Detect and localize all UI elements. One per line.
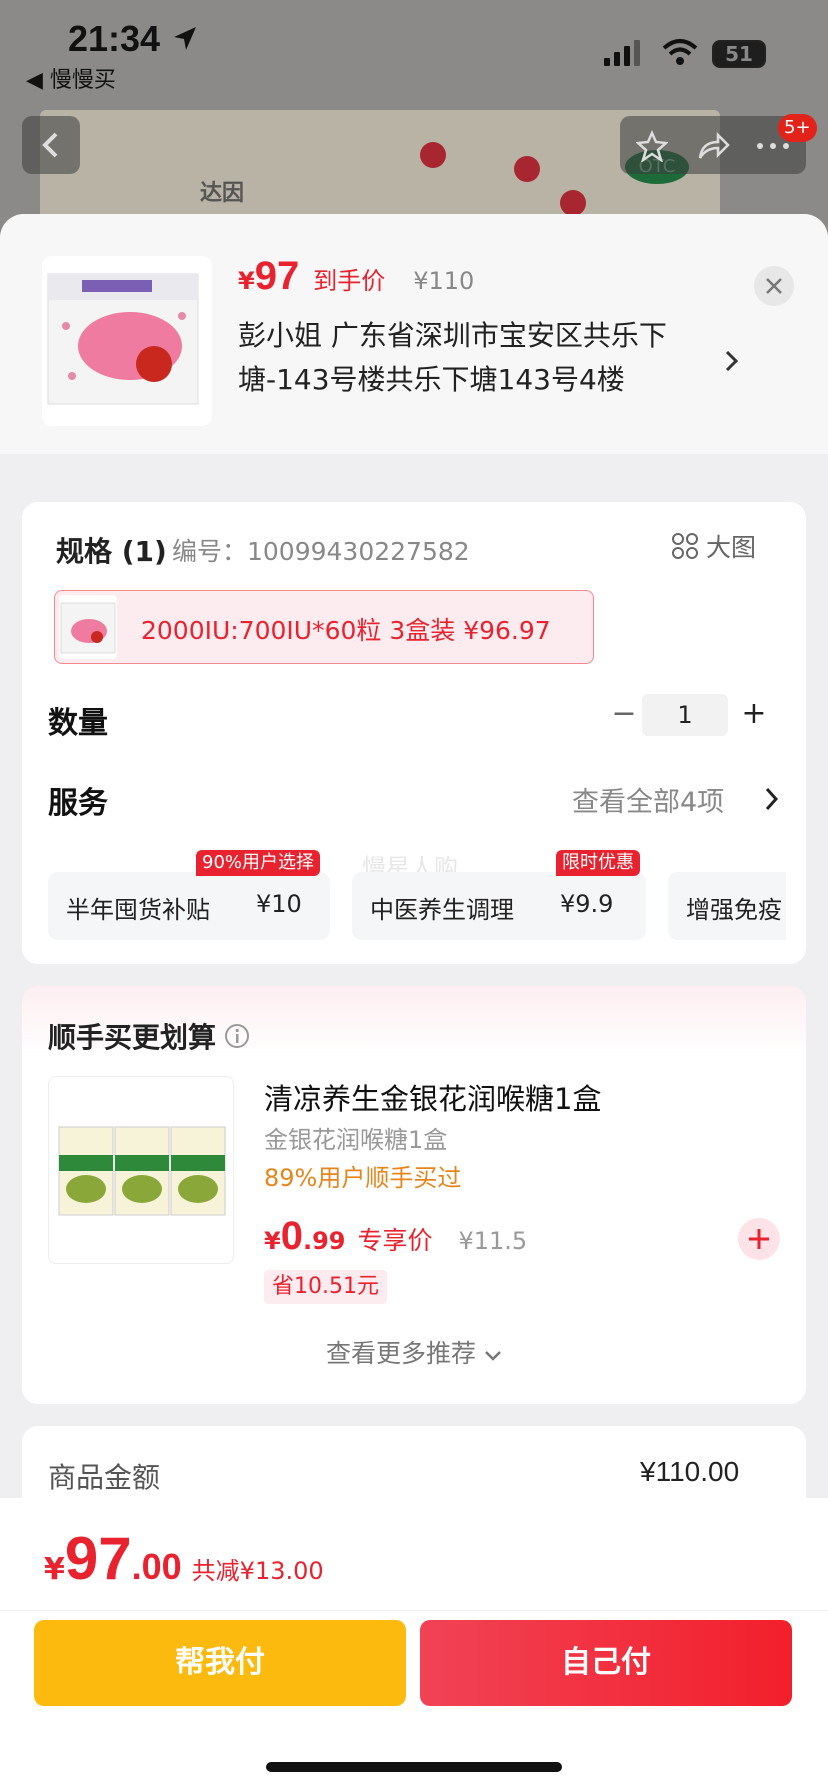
spec-code: 编号：10099430227582: [172, 537, 470, 566]
spec-option-label: 2000IU:700IU*60粒 3盒装 ¥96.97: [141, 616, 551, 645]
bundle-price-decimal: .99: [302, 1227, 346, 1255]
big-picture-button[interactable]: 大图: [672, 528, 756, 564]
home-indicator[interactable]: [266, 1762, 562, 1772]
price-symbol: ¥: [238, 267, 255, 295]
more-recommendations-label: 查看更多推荐: [326, 1339, 477, 1368]
chevron-left-icon: [42, 132, 58, 158]
back-to-app-link[interactable]: ◀ 慢慢买: [26, 62, 116, 94]
star-icon[interactable]: [636, 130, 668, 162]
price-row: ¥ 97 到手价 ¥110: [238, 254, 474, 299]
spec-title: 规格 (1): [56, 535, 167, 568]
location-arrow-icon: [174, 27, 196, 50]
info-icon[interactable]: [224, 1023, 250, 1049]
more-icon[interactable]: [756, 142, 790, 150]
service-label: 服务: [48, 786, 108, 821]
goods-amount-value: ¥110.00: [640, 1456, 740, 1487]
service-name: 半年囤货补贴: [66, 896, 210, 924]
spec-option-selected[interactable]: 2000IU:700IU*60粒 3盒装 ¥96.97: [54, 590, 594, 664]
close-button[interactable]: [754, 266, 794, 306]
bundle-price-integer: 0: [280, 1214, 303, 1258]
quantity-input[interactable]: 1: [642, 694, 728, 736]
shipping-address[interactable]: 彭小姐 广东省深圳市宝安区共乐下塘-143号楼共乐下塘143号4楼: [238, 314, 718, 402]
original-price: ¥110: [413, 267, 475, 295]
candy-box-image: [58, 1126, 226, 1216]
service-view-all-link[interactable]: 查看全部4项: [572, 780, 724, 819]
share-icon[interactable]: [696, 130, 730, 162]
chevron-down-icon: [485, 1351, 501, 1361]
big-picture-label: 大图: [706, 533, 757, 562]
service-tag: 限时优惠: [556, 850, 640, 876]
bundle-buy-rate: 89%用户顺手买过: [264, 1164, 462, 1192]
pay-myself-button[interactable]: 自己付: [420, 1620, 792, 1706]
battery-icon: 51: [712, 40, 766, 68]
background-brand: 达因: [200, 181, 245, 206]
final-price: 97: [254, 254, 300, 298]
wifi-icon: [662, 39, 698, 65]
background-dot: [514, 156, 540, 182]
status-bar: 21:34 ◀ 慢慢买 51: [0, 0, 828, 93]
service-options: 半年囤货补贴 ¥10 中医养生调理 ¥9.9 增强免疫: [48, 872, 786, 942]
nav-back-button[interactable]: [22, 116, 80, 174]
checkout-footer: ¥ 97 .00 共减¥13.00 帮我付 自己付: [0, 1498, 828, 1792]
quantity-label: 数量: [48, 706, 108, 741]
service-tag: 90%用户选择: [196, 850, 321, 876]
chevron-right-icon[interactable]: [764, 786, 780, 812]
bundle-price-row: ¥ 0 .99 专享价 ¥11.5: [264, 1214, 527, 1259]
bundle-add-button[interactable]: [738, 1218, 780, 1260]
product-thumbnail: [42, 256, 212, 426]
background-dot: [560, 190, 586, 216]
more-recommendations-link[interactable]: 查看更多推荐: [22, 1334, 806, 1370]
total-price: ¥ 97 .00 共减¥13.00: [44, 1524, 324, 1593]
close-icon: [766, 278, 782, 294]
chevron-right-icon[interactable]: [722, 346, 742, 376]
product-box-image: [47, 273, 199, 405]
sheet-header: ¥ 97 到手价 ¥110 彭小姐 广东省深圳市宝安区共乐下塘-143号楼共乐下…: [0, 214, 828, 454]
service-option[interactable]: 半年囤货补贴 ¥10: [48, 872, 330, 940]
cart-badge: 5+: [778, 114, 817, 142]
bundle-price-label: 专享价: [357, 1226, 433, 1255]
bundle-price-symbol: ¥: [264, 1227, 281, 1255]
status-time: 21:34: [68, 18, 161, 59]
plus-icon: [749, 1229, 769, 1249]
quantity-decrement-button[interactable]: −: [604, 694, 644, 734]
total-integer: 97: [64, 1525, 132, 1592]
bundle-card: 顺手买更划算 清凉养生金银花润喉糖1盒 金银花润喉糖1盒 89%用户顺手买过 ¥…: [22, 986, 806, 1404]
help-me-pay-button[interactable]: 帮我付: [34, 1620, 406, 1706]
service-option[interactable]: 增强免疫: [668, 872, 786, 940]
background-dot: [420, 142, 446, 168]
service-name: 增强免疫: [686, 896, 782, 924]
bundle-product-name[interactable]: 清凉养生金银花润喉糖1盒: [264, 1076, 601, 1118]
service-option[interactable]: 中医养生调理 ¥9.9: [352, 872, 646, 940]
bundle-title: 顺手买更划算: [48, 1016, 250, 1056]
bundle-save-badge: 省10.51元: [264, 1270, 387, 1304]
service-price: ¥9.9: [560, 890, 614, 918]
grid-icon: [672, 533, 698, 559]
service-price: ¥10: [256, 890, 302, 918]
cellular-signal-icon: [604, 40, 640, 66]
spec-option-thumbnail: [59, 595, 117, 659]
divider: [0, 1610, 828, 1611]
final-price-label: 到手价: [313, 267, 386, 295]
goods-amount-label: 商品金额: [48, 1461, 161, 1494]
total-reduction: 共减¥13.00: [191, 1557, 324, 1585]
bundle-title-text: 顺手买更划算: [48, 1021, 217, 1054]
product-box-image: [60, 602, 116, 654]
bundle-product-subtitle: 金银花润喉糖1盒: [264, 1126, 448, 1154]
quantity-increment-button[interactable]: +: [734, 694, 774, 734]
spec-card: 规格 (1) 编号：10099430227582 大图 2000IU:700IU…: [22, 502, 806, 964]
service-name: 中医养生调理: [370, 896, 514, 924]
total-symbol: ¥: [44, 1552, 65, 1587]
bundle-original-price: ¥11.5: [458, 1227, 528, 1255]
bundle-product-image[interactable]: [48, 1076, 234, 1264]
total-decimal: .00: [131, 1546, 182, 1587]
